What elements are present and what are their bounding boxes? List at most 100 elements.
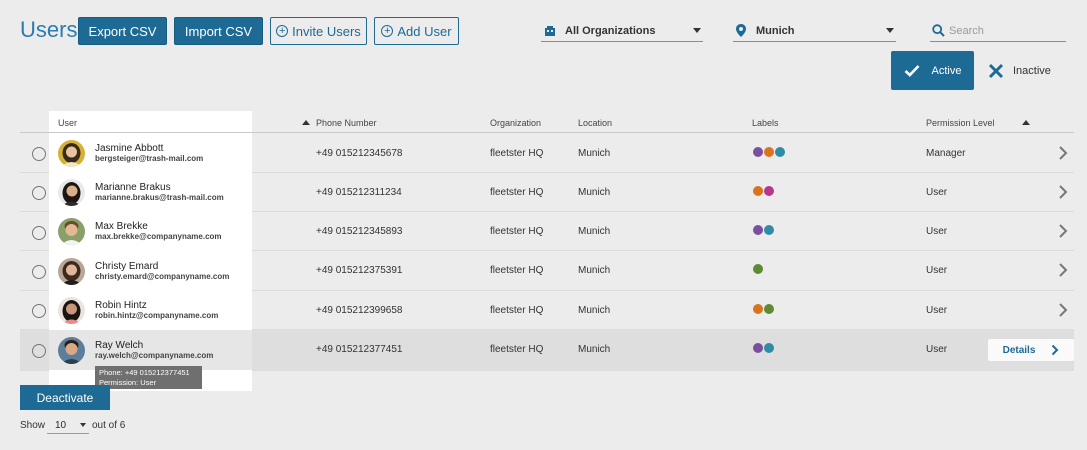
user-name: Marianne Brakus <box>95 181 171 193</box>
label-dot <box>753 343 763 353</box>
details-button[interactable]: Details <box>988 339 1074 361</box>
active-toggle[interactable]: Active <box>891 51 974 90</box>
phone-cell: +49 015212375391 <box>316 265 403 276</box>
row-select-radio[interactable] <box>32 265 46 279</box>
inactive-label: Inactive <box>1013 64 1051 77</box>
avatar <box>58 178 85 206</box>
avatar <box>58 139 85 167</box>
column-header-phone[interactable]: Phone Number <box>316 118 377 128</box>
chevron-right-icon[interactable] <box>1058 145 1068 161</box>
close-icon <box>988 63 1004 78</box>
deactivate-button[interactable]: Deactivate <box>20 385 110 410</box>
column-header-location[interactable]: Location <box>578 118 612 128</box>
location-pin-icon <box>736 24 746 37</box>
labels-cell <box>753 225 774 235</box>
location-cell: Munich <box>578 187 611 198</box>
user-name: Christy Emard <box>95 260 159 272</box>
chevron-right-icon[interactable] <box>1058 262 1068 278</box>
label-dot <box>753 264 763 274</box>
row-select-radio[interactable] <box>32 304 46 318</box>
avatar <box>58 296 85 324</box>
chevron-down-icon <box>886 28 894 33</box>
label-dot <box>753 186 763 196</box>
phone-cell: +49 015212311234 <box>316 187 402 198</box>
user-cell[interactable]: Ray Welch ray.welch@companyname.com <box>49 330 252 370</box>
page-size-value: 10 <box>55 419 67 431</box>
tooltip-permission: Permission: User <box>99 377 157 387</box>
details-label: Details <box>1002 344 1036 356</box>
sort-up-icon[interactable] <box>1022 120 1030 125</box>
label-dot <box>764 304 774 314</box>
user-email: ray.welch@companyname.com <box>95 351 214 361</box>
labels-cell <box>753 186 774 196</box>
phone-cell: +49 015212399658 <box>316 305 403 316</box>
column-header-labels[interactable]: Labels <box>752 118 779 128</box>
column-header-permission[interactable]: Permission Level <box>926 118 995 128</box>
chevron-down-icon <box>693 28 701 33</box>
organization-dropdown[interactable]: All Organizations <box>541 20 703 42</box>
organization-cell: fleetster HQ <box>490 226 544 237</box>
search-box[interactable] <box>930 20 1066 42</box>
tooltip-phone: Phone: +49 015212377451 <box>99 368 190 377</box>
add-user-label: Add User <box>397 23 452 39</box>
add-user-button[interactable]: + Add User <box>374 17 459 45</box>
search-icon <box>932 24 945 37</box>
user-email: christy.emard@companyname.com <box>95 272 230 282</box>
organization-cell: fleetster HQ <box>490 148 544 159</box>
avatar <box>58 257 85 285</box>
location-cell: Munich <box>578 344 611 355</box>
import-csv-button[interactable]: Import CSV <box>174 17 263 45</box>
show-label: Show <box>20 420 46 431</box>
label-dot <box>764 147 774 157</box>
permission-cell: Manager <box>926 148 966 159</box>
organization-cell: fleetster HQ <box>490 187 544 198</box>
location-cell: Munich <box>578 265 611 276</box>
page-title: Users <box>20 17 78 42</box>
row-select-radio[interactable] <box>32 226 46 240</box>
user-email: robin.hintz@companyname.com <box>95 311 219 321</box>
permission-cell: User <box>926 187 948 198</box>
label-dot <box>775 147 785 157</box>
user-email: bergsteiger@trash-mail.com <box>95 154 204 164</box>
label-dot <box>753 304 763 314</box>
page-size-select[interactable]: 10 <box>47 417 89 434</box>
location-cell: Munich <box>578 148 611 159</box>
user-tooltip: Phone: +49 015212377451 Permission: User <box>95 366 202 389</box>
user-name: Robin Hintz <box>95 299 147 311</box>
phone-cell: +49 015212377451 <box>316 344 403 355</box>
organization-cell: fleetster HQ <box>490 305 544 316</box>
user-cell[interactable]: Jasmine Abbott bergsteiger@trash-mail.co… <box>49 133 252 173</box>
organization-dropdown-value: All Organizations <box>565 24 656 37</box>
permission-cell: User <box>926 305 948 316</box>
user-cell[interactable]: Robin Hintz robin.hintz@companyname.com <box>49 290 252 330</box>
column-header-user[interactable]: User <box>58 118 77 128</box>
phone-cell: +49 015212345678 <box>316 148 403 159</box>
label-dot <box>753 147 763 157</box>
chevron-right-icon[interactable] <box>1058 223 1068 239</box>
user-cell[interactable]: Christy Emard christy.emard@companyname.… <box>49 251 252 291</box>
label-dot <box>753 225 763 235</box>
row-select-radio[interactable] <box>32 186 46 200</box>
checkmark-icon <box>904 65 919 77</box>
sort-up-icon[interactable] <box>302 120 310 125</box>
search-input[interactable] <box>949 24 1059 37</box>
permission-cell: User <box>926 226 948 237</box>
organization-cell: fleetster HQ <box>490 344 544 355</box>
active-label: Active <box>931 64 962 77</box>
chevron-right-icon[interactable] <box>1058 302 1068 318</box>
user-cell[interactable]: Marianne Brakus marianne.brakus@trash-ma… <box>49 172 252 212</box>
labels-cell <box>753 264 763 274</box>
location-dropdown[interactable]: Munich <box>733 20 896 42</box>
label-dot <box>764 225 774 235</box>
user-cell[interactable]: Max Brekke max.brekke@companyname.com <box>49 211 252 251</box>
row-select-radio[interactable] <box>32 344 46 358</box>
label-dot <box>764 343 774 353</box>
inactive-toggle[interactable]: Inactive <box>988 51 1064 90</box>
column-header-organization[interactable]: Organization <box>490 118 541 128</box>
invite-users-button[interactable]: + Invite Users <box>270 17 367 45</box>
chevron-down-icon <box>80 423 86 427</box>
export-csv-button[interactable]: Export CSV <box>78 17 167 45</box>
chevron-right-icon[interactable] <box>1058 184 1068 200</box>
avatar <box>58 217 85 245</box>
row-select-radio[interactable] <box>32 147 46 161</box>
